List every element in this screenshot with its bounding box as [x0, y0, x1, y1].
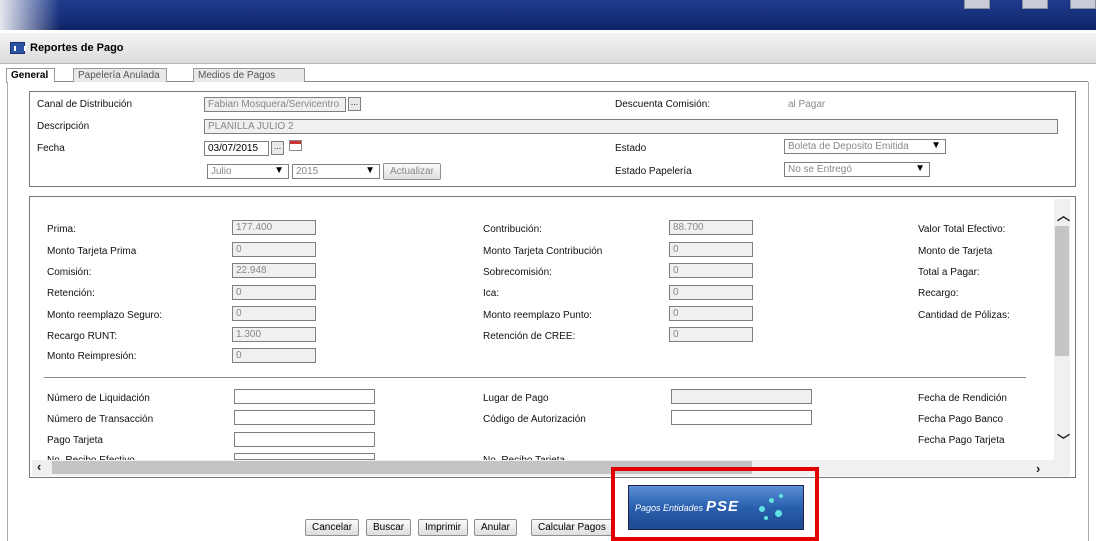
numero-transaccion-label: Número de Transacción: [47, 414, 154, 425]
contribucion-label: Contribución:: [483, 224, 542, 235]
maximize-button[interactable]: [1022, 0, 1048, 9]
codigo-autorizacion-label: Código de Autorización: [483, 414, 586, 425]
section-divider: [44, 377, 1026, 378]
pago-tarjeta-field[interactable]: [234, 432, 375, 447]
actualizar-button[interactable]: Actualizar: [383, 163, 441, 180]
ica-label: Ica:: [483, 288, 500, 299]
scroll-down-icon[interactable]: ﹀: [1057, 430, 1070, 449]
estado-papeleria-label: Estado Papelería: [615, 166, 692, 177]
prima-field[interactable]: 177.400: [232, 220, 316, 235]
reemplazo-seguro-label: Monto reemplazo Seguro:: [47, 310, 163, 321]
tarjeta-contribucion-label: Monto Tarjeta Contribución: [483, 246, 603, 257]
estado-label: Estado: [615, 143, 647, 154]
recibo-efectivo-field[interactable]: [234, 453, 375, 460]
ica-field[interactable]: 0: [669, 285, 753, 300]
descripcion-label: Descripción: [37, 121, 90, 132]
imprimir-button[interactable]: Imprimir: [418, 519, 469, 536]
report-icon: [10, 42, 26, 54]
comision-label: Comisión:: [47, 267, 92, 278]
scroll-up-icon[interactable]: ︿: [1057, 205, 1070, 224]
fecha-pago-tarjeta-label: Fecha Pago Tarjeta: [918, 435, 1005, 446]
scroll-right-icon[interactable]: ›: [1036, 461, 1040, 476]
monto-tarjeta-prima-label: Monto Tarjeta Prima: [47, 246, 137, 257]
chevron-down-icon: ▼: [274, 165, 284, 176]
chevron-down-icon: ▼: [931, 140, 941, 151]
fecha-lookup-button[interactable]: ...: [271, 141, 284, 155]
mes-select-value: Julio: [211, 166, 232, 177]
valor-total-efectivo-label: Valor Total Efectivo:: [918, 224, 1006, 235]
close-button[interactable]: [1070, 0, 1096, 9]
top-bar-fade: [0, 0, 60, 30]
dialog-title-bar: [0, 33, 1096, 64]
retencion-field[interactable]: 0: [232, 285, 316, 300]
estado-papeleria-select[interactable]: No se Entregó ▼: [784, 162, 930, 177]
comision-field[interactable]: 22.948: [232, 263, 316, 278]
sobrecomision-field[interactable]: 0: [669, 263, 753, 278]
lugar-pago-field[interactable]: [671, 389, 812, 404]
numero-transaccion-field[interactable]: [234, 410, 375, 425]
chevron-down-icon: ▼: [915, 163, 925, 174]
tab-medios-de-pagos[interactable]: Medios de Pagos: [193, 68, 305, 82]
retencion-label: Retención:: [47, 288, 95, 299]
canal-field[interactable]: Fabian Mosquera/Servicentro: [204, 97, 346, 112]
codigo-autorizacion-field[interactable]: [671, 410, 812, 425]
reimpresion-label: Monto Reimpresión:: [47, 351, 137, 362]
numero-liquidacion-field[interactable]: [234, 389, 375, 404]
anio-select-value: 2015: [296, 166, 319, 177]
reemplazo-punto-field[interactable]: 0: [669, 306, 753, 321]
total-a-pagar-label: Total a Pagar:: [918, 267, 980, 278]
vertical-scroll-thumb[interactable]: [1055, 226, 1069, 356]
canal-label: Canal de Distribución: [37, 99, 133, 110]
contribucion-field[interactable]: 88.700: [669, 220, 753, 235]
reemplazo-punto-label: Monto reemplazo Punto:: [483, 310, 592, 321]
sobrecomision-label: Sobrecomisión:: [483, 267, 552, 278]
pago-tarjeta-label: Pago Tarjeta: [47, 435, 103, 446]
estado-select[interactable]: Boleta de Deposito Emitida ▼: [784, 139, 946, 154]
window-top-bar: [0, 0, 1096, 30]
recargo-label: Recargo:: [918, 288, 959, 299]
monto-tarjeta-prima-field[interactable]: 0: [232, 242, 316, 257]
buscar-button[interactable]: Buscar: [366, 519, 412, 536]
cantidad-polizas-label: Cantidad de Pólizas:: [918, 310, 1010, 321]
fecha-field[interactable]: 03/07/2015: [204, 141, 269, 156]
descripcion-field[interactable]: PLANILLA JULIO 2: [204, 119, 1058, 134]
retencion-cree-field[interactable]: 0: [669, 327, 753, 342]
canal-lookup-button[interactable]: ...: [348, 97, 361, 111]
fecha-label: Fecha: [37, 143, 65, 154]
chevron-down-icon: ▼: [365, 165, 375, 176]
tarjeta-contribucion-field[interactable]: 0: [669, 242, 753, 257]
fecha-rendicion-label: Fecha de Rendición: [918, 393, 1007, 404]
recargo-runt-label: Recargo RUNT:: [47, 331, 118, 342]
anio-select[interactable]: 2015 ▼: [292, 164, 380, 179]
monto-tarjeta-label: Monto de Tarjeta: [918, 246, 993, 257]
scroll-left-icon[interactable]: ‹: [37, 459, 41, 474]
minimize-button[interactable]: [964, 0, 990, 9]
retencion-cree-label: Retención de CREE:: [483, 331, 576, 342]
descuenta-value: al Pagar: [788, 99, 826, 110]
calcular-pagos-button[interactable]: Calcular Pagos: [531, 519, 613, 536]
prima-label: Prima:: [47, 224, 76, 235]
cancelar-button[interactable]: Cancelar: [305, 519, 360, 536]
lugar-pago-label: Lugar de Pago: [483, 393, 549, 404]
mes-select[interactable]: Julio ▼: [207, 164, 289, 179]
numero-liquidacion-label: Número de Liquidación: [47, 393, 150, 404]
reimpresion-field[interactable]: 0: [232, 348, 316, 363]
recargo-runt-field[interactable]: 1.300: [232, 327, 316, 342]
dialog-title: Reportes de Pago: [30, 42, 124, 54]
fecha-pago-banco-label: Fecha Pago Banco: [918, 414, 1004, 425]
reemplazo-seguro-field[interactable]: 0: [232, 306, 316, 321]
tab-general[interactable]: General: [6, 68, 56, 83]
anular-button[interactable]: Anular: [474, 519, 517, 536]
estado-papeleria-value: No se Entregó: [788, 164, 852, 175]
estado-select-value: Boleta de Deposito Emitida: [788, 141, 909, 152]
descuenta-label: Descuenta Comisión:: [615, 99, 711, 110]
tab-papeleria-anulada[interactable]: Papelería Anulada: [73, 68, 167, 82]
calendar-icon[interactable]: [289, 140, 302, 151]
highlight-frame: [611, 467, 819, 541]
